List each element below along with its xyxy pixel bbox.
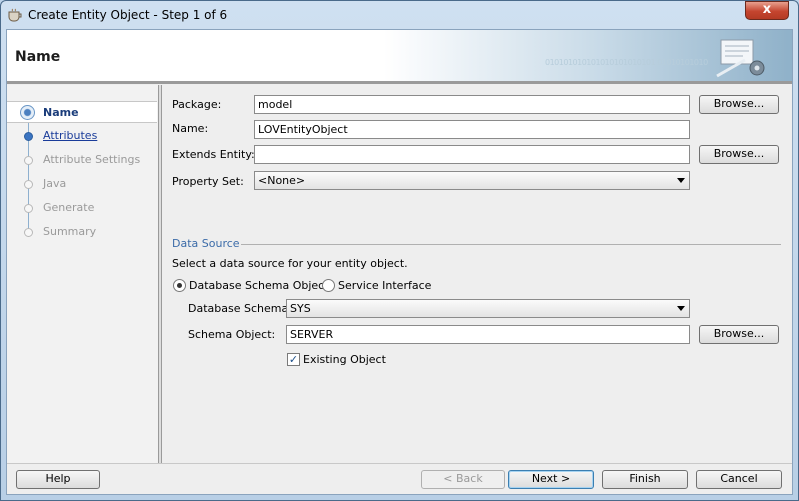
help-button[interactable]: Help bbox=[16, 470, 100, 489]
schema-object-field[interactable]: SERVER bbox=[286, 325, 690, 344]
wizard-steps-panel: Name Attributes Attribute Settings Java … bbox=[7, 85, 162, 463]
property-set-select[interactable]: <None> bbox=[254, 171, 690, 190]
back-button[interactable]: < Back bbox=[421, 470, 505, 489]
database-schema-object-label[interactable]: Database Schema Object bbox=[189, 279, 329, 292]
current-step-icon bbox=[20, 105, 35, 120]
database-schema-object-radio[interactable] bbox=[173, 279, 186, 292]
window-title: Create Entity Object - Step 1 of 6 bbox=[28, 8, 228, 22]
step-label: Name bbox=[43, 106, 79, 119]
page-title: Name bbox=[15, 49, 61, 65]
extends-browse-button[interactable]: Browse... bbox=[699, 145, 779, 164]
name-form: Package: model Browse... Name: LOVEntity… bbox=[165, 85, 792, 463]
schema-object-label: Schema Object: bbox=[188, 328, 276, 341]
step-label: Generate bbox=[43, 201, 95, 214]
step-name[interactable]: Name bbox=[7, 101, 157, 123]
property-set-label: Property Set: bbox=[172, 175, 244, 188]
extends-entity-label: Extends Entity: bbox=[172, 148, 255, 161]
data-source-section-label: Data Source bbox=[172, 237, 240, 250]
name-label: Name: bbox=[172, 122, 209, 135]
step-label: Attribute Settings bbox=[43, 153, 141, 166]
wizard-header: Name 010101010101010101010101 0101010101… bbox=[7, 30, 792, 84]
package-label: Package: bbox=[172, 98, 222, 111]
coffee-cup-icon bbox=[8, 8, 22, 22]
package-browse-button[interactable]: Browse... bbox=[699, 95, 779, 114]
header-binary-decoration: 010101010101010101010101 01010101010 bbox=[545, 58, 708, 67]
step-attribute-settings: Attribute Settings bbox=[7, 149, 157, 171]
service-interface-radio[interactable] bbox=[322, 279, 335, 292]
data-source-hint: Select a data source for your entity obj… bbox=[172, 257, 408, 270]
step-attributes[interactable]: Attributes bbox=[7, 125, 157, 147]
step-label: Summary bbox=[43, 225, 97, 238]
dropdown-arrow-icon bbox=[677, 306, 685, 311]
package-field[interactable]: model bbox=[254, 95, 690, 114]
dialog-client: Name 010101010101010101010101 0101010101… bbox=[6, 29, 793, 495]
section-divider bbox=[241, 244, 781, 245]
step-generate: Generate bbox=[7, 197, 157, 219]
property-set-value: <None> bbox=[258, 174, 306, 187]
dropdown-arrow-icon bbox=[677, 178, 685, 183]
existing-object-checkbox[interactable]: ✓ bbox=[287, 353, 300, 366]
step-dot-icon bbox=[24, 180, 33, 189]
wizard-gear-icon bbox=[716, 39, 765, 78]
step-dot-icon bbox=[24, 132, 33, 141]
dialog-window: Create Entity Object - Step 1 of 6 x Nam… bbox=[0, 0, 799, 501]
service-interface-label[interactable]: Service Interface bbox=[338, 279, 431, 292]
next-button[interactable]: Next > bbox=[508, 470, 594, 489]
step-dot-icon bbox=[24, 228, 33, 237]
wizard-footer: Help < Back Next > Finish Cancel bbox=[7, 463, 792, 494]
step-label: Java bbox=[43, 177, 67, 190]
database-schema-select[interactable]: SYS bbox=[286, 299, 690, 318]
existing-object-label[interactable]: Existing Object bbox=[303, 353, 386, 366]
database-schema-label: Database Schema: bbox=[188, 302, 292, 315]
panel-splitter[interactable] bbox=[158, 85, 162, 463]
step-label: Attributes bbox=[43, 129, 98, 142]
schema-object-browse-button[interactable]: Browse... bbox=[699, 325, 779, 344]
finish-button[interactable]: Finish bbox=[602, 470, 688, 489]
extends-entity-field[interactable] bbox=[254, 145, 690, 164]
title-bar[interactable]: Create Entity Object - Step 1 of 6 x bbox=[1, 1, 798, 29]
cancel-button[interactable]: Cancel bbox=[696, 470, 782, 489]
step-summary: Summary bbox=[7, 221, 157, 243]
database-schema-value: SYS bbox=[290, 302, 311, 315]
step-java: Java bbox=[7, 173, 157, 195]
step-dot-icon bbox=[24, 204, 33, 213]
close-button[interactable]: x bbox=[745, 1, 789, 20]
name-field[interactable]: LOVEntityObject bbox=[254, 120, 690, 139]
step-dot-icon bbox=[24, 156, 33, 165]
